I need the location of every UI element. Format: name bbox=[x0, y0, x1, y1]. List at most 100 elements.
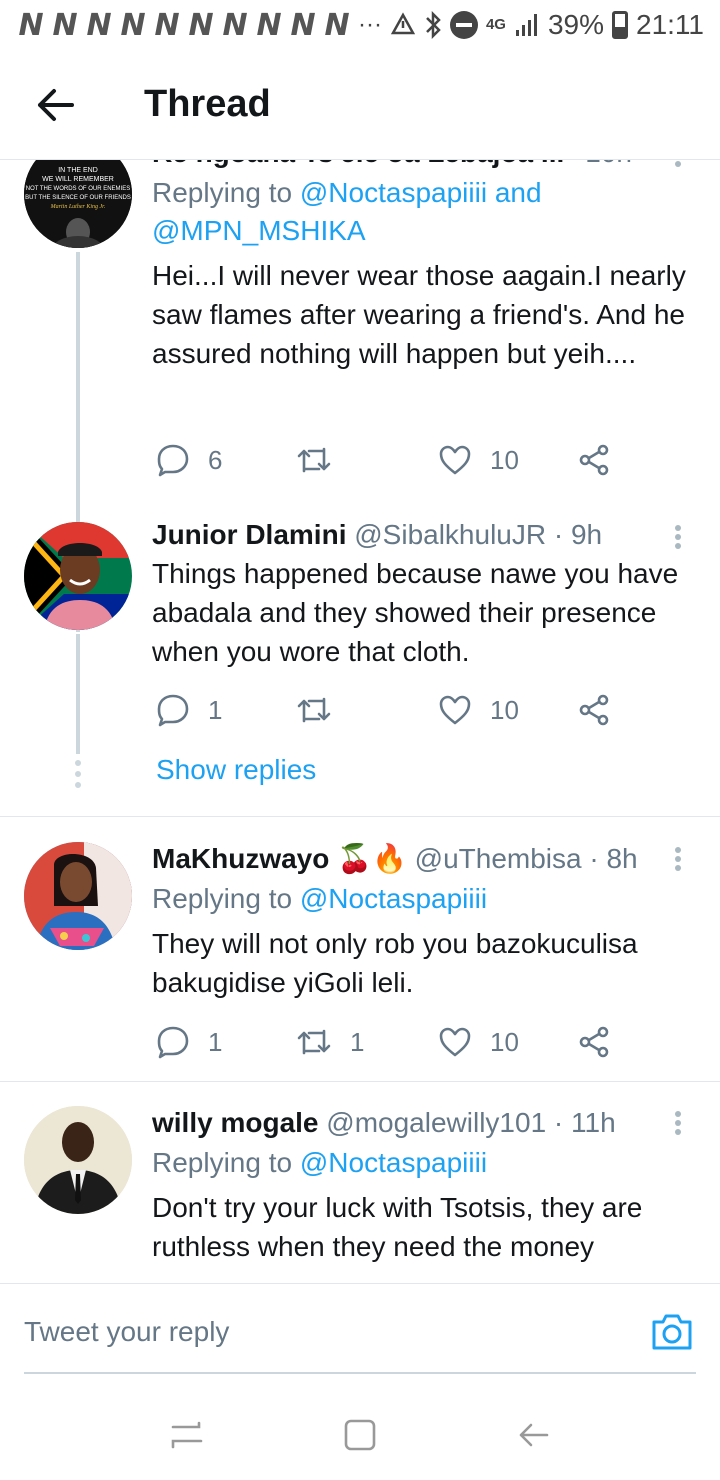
system-nav-bar bbox=[0, 1390, 720, 1480]
avatar[interactable] bbox=[24, 1106, 132, 1214]
mention-link[interactable]: @Noctaspapiiii bbox=[300, 883, 487, 914]
tweet-meta: willy mogale @mogalewilly101 · 11h bbox=[152, 1104, 690, 1142]
tweet-meta: Ke ngoana Ts'ele oa Lebajoa ... 10h bbox=[152, 160, 690, 172]
replying-to: Replying to @Noctaspapiiii bbox=[152, 880, 690, 918]
reply-count: 6 bbox=[208, 444, 223, 475]
replying-to: Replying to @Noctaspapiiii bbox=[152, 1144, 690, 1182]
author-name[interactable]: willy mogale bbox=[152, 1107, 319, 1138]
reply-input[interactable]: Tweet your reply bbox=[24, 1316, 229, 1348]
status-indicators: ··· 4G 39% 21:11 bbox=[358, 9, 704, 41]
input-underline bbox=[24, 1372, 696, 1374]
replying-to: Replying to @Noctaspapiiii and @MPN_MSHI… bbox=[152, 174, 690, 250]
avatar[interactable] bbox=[24, 522, 132, 630]
reply-count: 1 bbox=[208, 1026, 223, 1057]
more-icon bbox=[675, 525, 681, 531]
tweet-text: They will not only rob you bazokuculisa … bbox=[152, 928, 638, 998]
share-button[interactable] bbox=[578, 690, 610, 730]
tweet-actions: 6 10 bbox=[152, 440, 690, 480]
signal-icon bbox=[515, 14, 537, 36]
author-name[interactable]: MaKhuzwayo bbox=[152, 843, 329, 874]
camera-button[interactable] bbox=[650, 1312, 694, 1356]
avatar[interactable] bbox=[24, 842, 132, 950]
share-button[interactable] bbox=[578, 440, 610, 480]
battery-icon bbox=[612, 11, 628, 39]
retweet-icon bbox=[297, 447, 331, 473]
show-replies-link[interactable]: Show replies bbox=[156, 754, 316, 786]
thread-feed[interactable]: IN THE END WE WILL REMEMBER NOT THE WORD… bbox=[0, 160, 720, 1283]
tweet-text: Hei...I will never wear those aagain.I n… bbox=[152, 260, 686, 369]
retweet-button[interactable] bbox=[296, 440, 350, 480]
like-button[interactable]: 10 bbox=[438, 440, 519, 480]
retweet-count: 1 bbox=[350, 1026, 365, 1057]
notification-icons: NNNNNNNNNN bbox=[16, 8, 352, 43]
handle-time: @SibalkhuluJR · 9h bbox=[354, 519, 603, 550]
notification-n-icon: N bbox=[290, 7, 316, 43]
divider bbox=[0, 816, 720, 817]
like-button[interactable]: 10 bbox=[438, 1022, 519, 1062]
notification-n-icon: N bbox=[18, 7, 44, 43]
retweet-icon bbox=[297, 1029, 331, 1055]
handle-time: @mogalewilly101 · 11h bbox=[326, 1107, 616, 1138]
status-bar: NNNNNNNNNN ··· 4G 39% 21:11 bbox=[0, 0, 720, 50]
like-count: 10 bbox=[490, 444, 519, 475]
reply-count: 1 bbox=[208, 694, 223, 725]
tweet-time: 10h bbox=[585, 160, 632, 172]
more-options-button[interactable] bbox=[668, 160, 688, 170]
like-icon bbox=[439, 695, 471, 725]
mention-link[interactable]: @MPN_MSHIKA bbox=[152, 215, 366, 246]
reply-icon bbox=[157, 444, 189, 477]
share-icon bbox=[579, 694, 609, 726]
notification-n-icon: N bbox=[256, 7, 282, 43]
author-name[interactable]: Junior Dlamini bbox=[152, 519, 346, 550]
reply-icon bbox=[157, 694, 189, 727]
more-options-button[interactable] bbox=[668, 1108, 688, 1138]
bluetooth-icon bbox=[426, 11, 441, 39]
like-button[interactable]: 10 bbox=[438, 690, 519, 730]
reply-button[interactable]: 6 bbox=[156, 440, 222, 480]
tweet-actions: 1 1 10 bbox=[152, 1022, 690, 1062]
recents-button[interactable] bbox=[165, 1413, 209, 1457]
back-nav-icon bbox=[520, 1423, 549, 1447]
author-name[interactable]: Ke ngoana Ts'ele oa Lebajoa ... bbox=[152, 160, 564, 168]
reply-button[interactable]: 1 bbox=[156, 1022, 222, 1062]
mention-link[interactable]: @Noctaspapiiii and bbox=[300, 177, 542, 208]
share-icon bbox=[579, 1026, 609, 1058]
more-icon bbox=[675, 1111, 681, 1117]
mention-link[interactable]: @Noctaspapiiii bbox=[300, 1147, 487, 1178]
avatar[interactable]: IN THE END WE WILL REMEMBER NOT THE WORD… bbox=[24, 160, 132, 248]
retweet-button[interactable]: 1 bbox=[296, 1022, 364, 1062]
tweet-meta: MaKhuzwayo 🍒🔥 @uThembisa · 8h bbox=[152, 840, 690, 878]
avatar-quote-line: IN THE END bbox=[58, 167, 98, 174]
retweet-icon bbox=[297, 697, 331, 723]
share-button[interactable] bbox=[578, 1022, 610, 1062]
home-button[interactable] bbox=[338, 1413, 382, 1457]
battery-level bbox=[615, 27, 625, 36]
notification-n-icon: N bbox=[52, 7, 78, 43]
more-options-button[interactable] bbox=[668, 522, 688, 552]
avatar-quote-image: IN THE END WE WILL REMEMBER NOT THE WORD… bbox=[24, 160, 132, 248]
like-count: 10 bbox=[490, 1026, 519, 1057]
notification-n-icon: N bbox=[86, 7, 112, 43]
camera-icon bbox=[652, 1314, 692, 1350]
more-notifications-icon: ··· bbox=[357, 11, 382, 38]
retweet-button[interactable] bbox=[296, 690, 350, 730]
notification-n-icon: N bbox=[324, 7, 350, 43]
do-not-disturb-icon bbox=[449, 11, 478, 39]
tweet-text: Things happened because nawe you have ab… bbox=[152, 558, 679, 667]
back-nav-button[interactable] bbox=[511, 1413, 555, 1457]
notification-n-icon: N bbox=[154, 7, 180, 43]
like-icon bbox=[439, 445, 471, 475]
tweet-actions: 1 10 bbox=[152, 690, 690, 730]
back-arrow-icon bbox=[38, 88, 74, 121]
reply-icon bbox=[157, 1026, 189, 1059]
avatar-quote-line: WE WILL REMEMBER bbox=[42, 176, 114, 183]
network-type: 4G bbox=[485, 16, 506, 33]
more-options-button[interactable] bbox=[668, 844, 688, 874]
replying-label: Replying to bbox=[152, 1147, 293, 1178]
notification-n-icon: N bbox=[222, 7, 248, 43]
avatar-quote-line: Martin Luther King Jr. bbox=[50, 204, 106, 210]
thread-more-dots bbox=[75, 760, 81, 788]
back-button[interactable] bbox=[26, 75, 86, 135]
tweet-meta: Junior Dlamini @SibalkhuluJR · 9h bbox=[152, 516, 690, 554]
reply-button[interactable]: 1 bbox=[156, 690, 222, 730]
